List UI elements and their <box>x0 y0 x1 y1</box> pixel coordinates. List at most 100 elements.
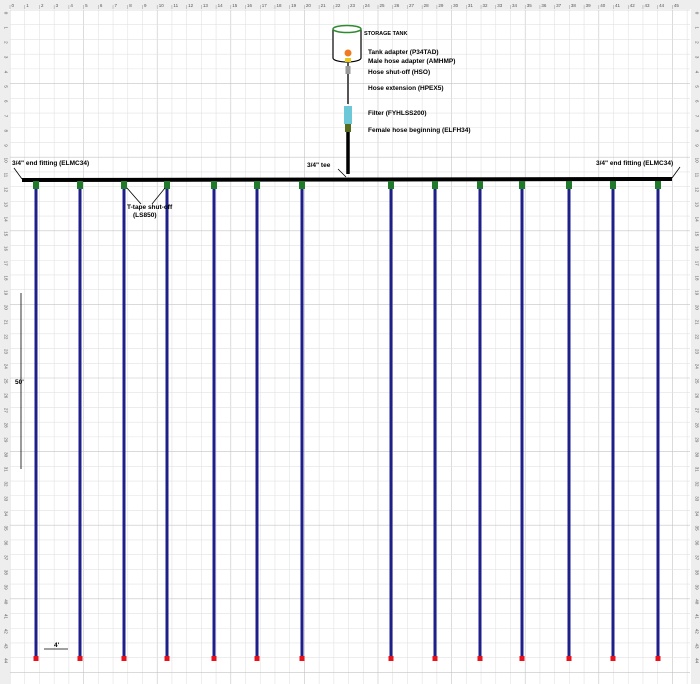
ruler-label: 14 <box>695 217 700 223</box>
supply-chain <box>344 49 352 174</box>
tshutoff-valve <box>432 181 438 189</box>
ruler-label: 26 <box>4 393 9 399</box>
tank-body <box>332 29 362 63</box>
ruler-label: 25 <box>695 378 700 384</box>
drip-end-cap <box>477 656 483 661</box>
ruler-label: 43 <box>644 3 650 8</box>
tank-label: STORAGE TANK <box>364 31 408 37</box>
ruler-label: 19 <box>291 3 297 8</box>
label-end-fitting-left: 3/4" end fitting (ELMC34) <box>12 160 89 167</box>
male-hose-adapter-part <box>345 58 351 62</box>
ruler-label: 24 <box>695 364 700 370</box>
ruler-label: 36 <box>541 3 547 8</box>
tshutoff-valve <box>77 181 83 189</box>
ruler-label: 45 <box>674 3 680 8</box>
ruler-label: 19 <box>4 290 9 296</box>
ruler-label: 17 <box>695 261 700 267</box>
ruler-label: 44 <box>4 658 9 664</box>
component-labels: Tank adapter (P34TAD) Male hose adapter … <box>368 49 471 134</box>
label-hose-extension: Hose extension (HPEX5) <box>368 85 444 92</box>
label-tank-adapter: Tank adapter (P34TAD) <box>368 49 439 56</box>
ruler-label: 24 <box>365 3 371 8</box>
ruler-label: 11 <box>695 173 700 178</box>
ruler-label: 26 <box>394 3 400 8</box>
ruler-label: 28 <box>4 423 9 429</box>
ruler-label: 40 <box>4 599 9 605</box>
drip-end-cap <box>432 656 438 661</box>
irrigation-diagram: 0 1 2 3 4 5 6 7 8 9 10 11 12 13 14 15 16 17 18 19 20 21 22 23 24… <box>0 0 700 684</box>
ruler-label: 16 <box>247 3 253 8</box>
right-ruler <box>691 0 700 684</box>
ruler-label: 30 <box>453 3 459 8</box>
ruler-label: 34 <box>512 3 518 8</box>
ruler-label: 12 <box>4 187 9 193</box>
ruler-label: 32 <box>695 482 700 488</box>
label-tshutoff-line2: (LS850) <box>133 212 156 219</box>
ruler-label: 15 <box>4 231 9 237</box>
drip-end-cap <box>299 656 305 661</box>
ruler-label: 35 <box>527 3 533 8</box>
ruler-label: 21 <box>4 320 9 326</box>
ruler-label: 29 <box>4 437 9 443</box>
spacing-dimension-label: 4' <box>54 642 60 649</box>
ruler-label: 20 <box>4 305 9 311</box>
ruler-label: 42 <box>4 629 9 635</box>
drip-end-cap <box>77 656 83 661</box>
ruler-label: 18 <box>4 275 9 281</box>
ruler-label: 11 <box>173 3 178 8</box>
ruler-label: 34 <box>695 511 700 517</box>
tshutoff-valve <box>33 181 39 189</box>
ruler-label: 28 <box>695 423 700 429</box>
ruler-label: 42 <box>695 629 700 635</box>
ruler-label: 17 <box>262 3 268 8</box>
ruler-label: 19 <box>695 290 700 296</box>
drip-end-cap <box>211 656 217 661</box>
ruler-label: 23 <box>350 3 356 8</box>
female-hose-beginning-part <box>345 124 351 132</box>
tshutoff-valve <box>477 181 483 189</box>
ruler-label: 31 <box>468 3 474 8</box>
ruler-label: 39 <box>586 3 592 8</box>
label-female-hose-beginning: Female hose beginning (ELFH34) <box>368 127 471 134</box>
rulers: 0 1 2 3 4 5 6 7 8 9 10 11 12 13 14 15 16 17 18 19 20 21 22 23 24… <box>0 0 700 684</box>
label-end-fitting-right: 3/4" end fitting (ELMC34) <box>596 160 673 167</box>
ruler-label: 40 <box>695 599 700 605</box>
ruler-label: 16 <box>4 246 9 252</box>
ruler-label: 30 <box>4 452 9 458</box>
drip-end-cap <box>519 656 525 661</box>
ruler-label: 33 <box>497 3 503 8</box>
ruler-label: 21 <box>321 3 327 8</box>
ruler-label: 23 <box>4 349 9 355</box>
ruler-label: 39 <box>4 585 9 591</box>
tshutoff-valve <box>211 181 217 189</box>
drip-end-cap <box>566 656 572 661</box>
ruler-label: 39 <box>695 585 700 591</box>
ruler-label: 27 <box>409 3 415 8</box>
ruler-label: 22 <box>335 3 341 8</box>
ruler-label: 30 <box>695 452 700 458</box>
ruler-label: 13 <box>203 3 209 8</box>
drip-end-cap <box>655 656 661 661</box>
ruler-label: 37 <box>4 555 9 561</box>
ruler-label: 42 <box>630 3 636 8</box>
ruler-label: 25 <box>380 3 386 8</box>
ruler-label: 24 <box>4 364 9 370</box>
hose-shutoff-part <box>345 66 351 74</box>
label-hose-shutoff: Hose shut-off (HSO) <box>368 69 430 76</box>
grid-background <box>9 9 690 684</box>
ruler-label: 32 <box>483 3 489 8</box>
storage-tank: STORAGE TANK <box>332 24 408 63</box>
tshutoff-valve <box>254 181 260 189</box>
tank-top <box>332 24 362 34</box>
drip-end-cap <box>388 656 394 661</box>
ruler-label: 37 <box>695 555 700 561</box>
drip-end-cap <box>610 656 616 661</box>
tshutoff-valve <box>610 181 616 189</box>
ruler-label: 34 <box>4 511 9 517</box>
tshutoff-valve <box>164 181 170 189</box>
leader-end-fitting-right <box>671 166 681 179</box>
ruler-label: 31 <box>4 467 9 473</box>
ruler-label: 15 <box>232 3 238 8</box>
leader-end-fitting-left <box>13 167 23 180</box>
ruler-label: 41 <box>615 3 621 8</box>
